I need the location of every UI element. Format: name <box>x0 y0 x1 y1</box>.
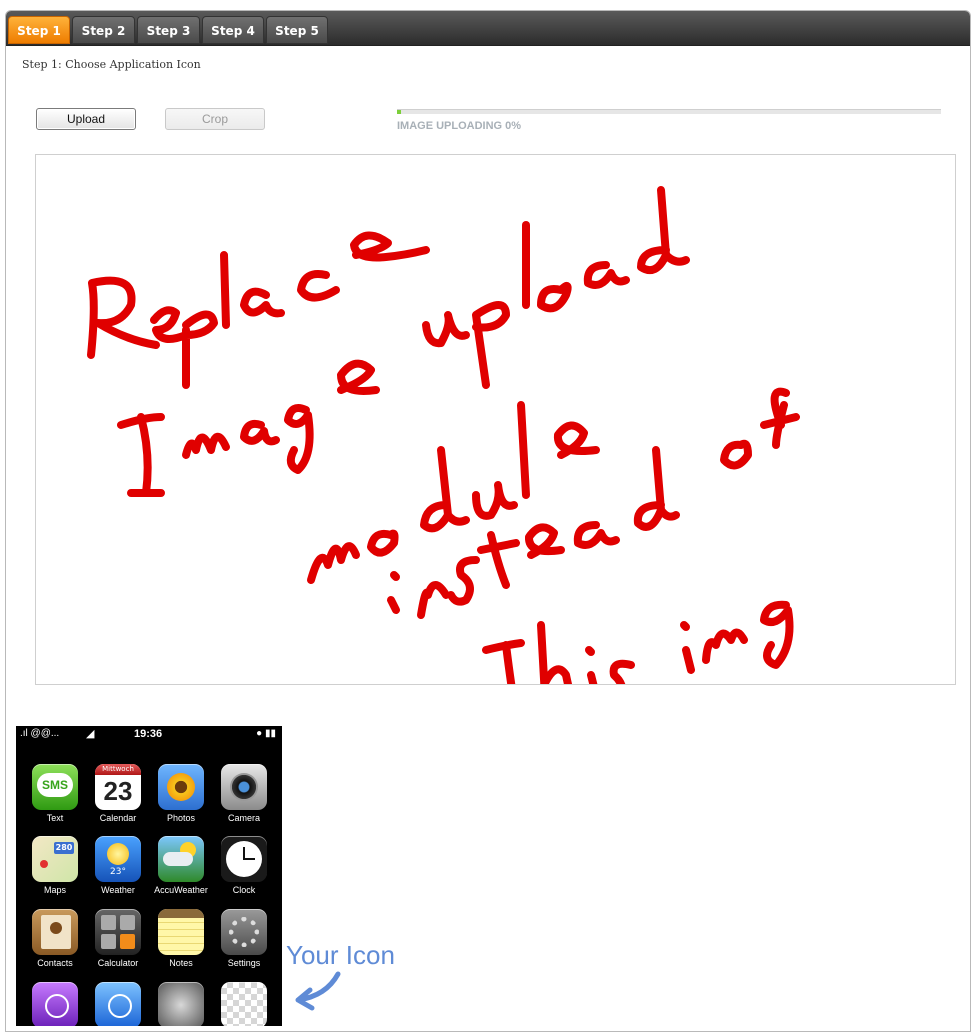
calculator-icon <box>95 909 141 955</box>
app-text[interactable]: SMS Text <box>30 764 80 830</box>
app-label: Settings <box>227 958 261 968</box>
app-game[interactable] <box>156 982 206 1026</box>
app-camera[interactable]: Camera <box>219 764 269 830</box>
contacts-icon <box>32 909 78 955</box>
app-photos[interactable]: Photos <box>156 764 206 830</box>
app-store-icon <box>95 982 141 1026</box>
app-contacts[interactable]: Contacts <box>30 909 80 975</box>
app-label: Photos <box>166 813 196 823</box>
placeholder-icon <box>221 982 267 1026</box>
app-label: Clock <box>232 885 256 895</box>
app-itunes[interactable] <box>30 982 80 1026</box>
step-title: Step 1: Choose Application Icon <box>22 58 201 71</box>
maps-icon: 280 <box>32 836 78 882</box>
phone-time: 19:36 <box>134 728 163 740</box>
signal-icon: .ıl @@... <box>20 728 60 739</box>
app-clock[interactable]: Clock <box>219 836 269 902</box>
image-crop-area[interactable] <box>35 154 956 685</box>
weather-icon: 23° <box>95 836 141 882</box>
handwritten-annotation <box>87 186 800 684</box>
maps-route-badge: 280 <box>54 842 74 854</box>
app-label: Calculator <box>97 958 139 968</box>
app-notes[interactable]: Notes <box>156 909 206 975</box>
clock-icon <box>221 836 267 882</box>
app-label: Text <box>46 813 64 823</box>
app-label: Calendar <box>99 813 137 823</box>
crop-button[interactable]: Crop <box>165 108 265 130</box>
app-label: Camera <box>227 813 260 823</box>
upload-progress-fill <box>397 110 401 114</box>
calendar-icon: Mittwoch 23 <box>95 764 141 810</box>
game-icon <box>158 982 204 1026</box>
upload-progress-label: IMAGE UPLOADING 0% <box>397 120 522 132</box>
step-tab-bar: Step 1 Step 2 Step 3 Step 4 Step 5 <box>6 11 970 46</box>
itunes-icon <box>32 982 78 1026</box>
tab-step-2[interactable]: Step 2 <box>72 16 135 44</box>
app-weather[interactable]: 23° Weather <box>93 836 143 902</box>
app-maps[interactable]: 280 Maps <box>30 836 80 902</box>
app-label: AccuWeather <box>154 885 208 895</box>
calendar-day: Mittwoch <box>95 764 141 775</box>
sms-bubble: SMS <box>37 773 73 797</box>
phone-status-bar: .ıl @@... ◢ 19:36 ● ▮▮ <box>16 726 282 744</box>
tab-step-1[interactable]: Step 1 <box>8 16 70 44</box>
wifi-icon: ◢ <box>86 728 95 740</box>
app-settings[interactable]: Settings <box>219 909 269 975</box>
upload-button[interactable]: Upload <box>36 108 136 130</box>
upload-progress-bar <box>397 109 941 114</box>
phone-preview: .ıl @@... ◢ 19:36 ● ▮▮ SMS Text Mittwoch… <box>16 726 282 1026</box>
tab-step-4[interactable]: Step 4 <box>202 16 264 44</box>
battery-icon: ● ▮▮ <box>256 728 276 739</box>
app-your-icon[interactable] <box>219 982 269 1026</box>
app-accuweather[interactable]: AccuWeather <box>154 836 208 902</box>
settings-icon <box>221 909 267 955</box>
your-icon-label: Your Icon <box>286 940 395 970</box>
camera-icon <box>221 764 267 810</box>
arrow-icon <box>295 971 341 1011</box>
tab-step-3[interactable]: Step 3 <box>137 16 200 44</box>
calendar-date: 23 <box>103 776 133 806</box>
app-label: Maps <box>43 885 66 895</box>
accuweather-icon <box>158 836 204 882</box>
app-app-store[interactable] <box>93 982 143 1026</box>
app-calendar[interactable]: Mittwoch 23 Calendar <box>93 764 143 830</box>
app-calculator[interactable]: Calculator <box>93 909 143 975</box>
app-label: Weather <box>101 885 135 895</box>
tab-step-5[interactable]: Step 5 <box>266 16 328 44</box>
notes-icon <box>158 909 204 955</box>
sms-icon: SMS <box>32 764 78 810</box>
app-label: Contacts <box>37 958 73 968</box>
app-label: Notes <box>169 958 193 968</box>
photos-icon <box>158 764 204 810</box>
weather-temp: 23° <box>110 867 126 877</box>
